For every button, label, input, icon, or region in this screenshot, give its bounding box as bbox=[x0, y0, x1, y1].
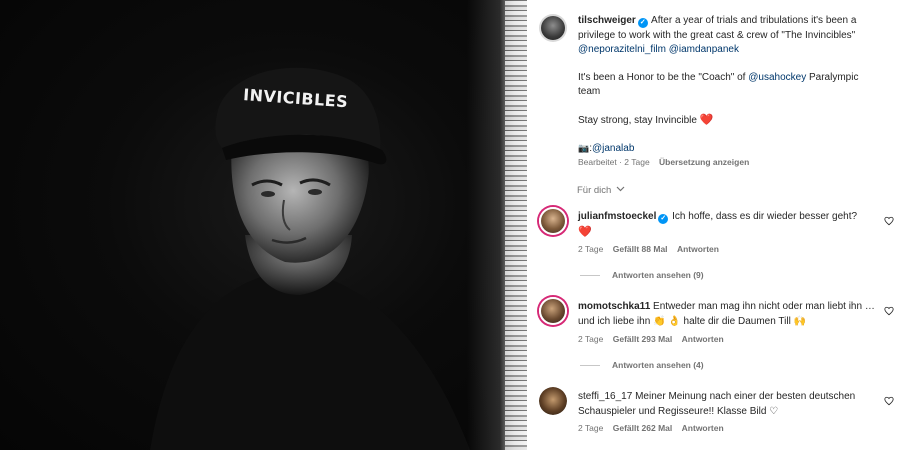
comment-meta: 2 Tage Gefällt 293 Mal Antworten bbox=[578, 334, 731, 344]
comment-body: Ich hoffe, dass es dir wieder besser geh… bbox=[672, 211, 858, 222]
avatar[interactable] bbox=[539, 387, 567, 415]
reply-button[interactable]: Antworten bbox=[682, 423, 724, 433]
comment-text: momotschka11 Entweder man mag ihn nicht … bbox=[578, 300, 883, 329]
divider-line bbox=[580, 365, 600, 367]
comment-age: 2 Tage bbox=[578, 244, 604, 254]
sort-label: Für dich bbox=[577, 185, 612, 196]
view-replies-label: Antworten ansehen (4) bbox=[612, 360, 704, 370]
edited-timestamp: Bearbeitet · 2 Tage bbox=[578, 157, 650, 167]
comment-username[interactable]: momotschka11 bbox=[578, 301, 650, 312]
mention-link[interactable]: @usahockey bbox=[748, 72, 806, 83]
view-replies-button[interactable]: Antworten ansehen (9) bbox=[580, 270, 704, 280]
comment-age: 2 Tage bbox=[578, 334, 604, 344]
author-username[interactable]: tilschweiger bbox=[578, 15, 636, 26]
portrait-illustration bbox=[150, 67, 470, 450]
view-replies-button[interactable]: Antworten ansehen (4) bbox=[580, 360, 704, 370]
comment-likes[interactable]: Gefällt 88 Mal bbox=[613, 244, 668, 254]
heart-emoji-icon: ❤️ bbox=[578, 225, 592, 238]
chevron-down-icon bbox=[616, 186, 625, 192]
avatar[interactable] bbox=[539, 207, 567, 235]
reply-button[interactable]: Antworten bbox=[677, 244, 719, 254]
heart-outline-icon[interactable] bbox=[884, 216, 894, 226]
verified-badge-icon: ✓ bbox=[658, 214, 669, 224]
mention-link[interactable]: @neporazitelni_film bbox=[578, 44, 666, 55]
view-replies-label: Antworten ansehen (9) bbox=[612, 270, 704, 280]
heart-emoji-icon: ❤️ bbox=[699, 113, 714, 126]
caption-text-part: It's been a Honor to be the "Coach" of bbox=[578, 71, 749, 83]
comment-likes[interactable]: Gefällt 293 Mal bbox=[613, 334, 673, 344]
comments-pane: tilschweiger ✓ After a year of trials and… bbox=[527, 0, 900, 450]
heart-outline-icon[interactable] bbox=[884, 396, 894, 406]
photo-edge-grain bbox=[505, 0, 527, 450]
divider-line bbox=[580, 275, 600, 277]
avatar[interactable] bbox=[539, 14, 567, 42]
post-photo: INVICIBLES bbox=[0, 0, 527, 450]
mention-link[interactable]: @janalab bbox=[592, 143, 634, 154]
mention-link[interactable]: @iamdanpanek bbox=[669, 44, 739, 55]
comment-likes[interactable]: Gefällt 262 Mal bbox=[613, 423, 673, 433]
caption-paragraph: Stay strong, stay Invincible ❤️ bbox=[578, 113, 714, 126]
comment-age: 2 Tage bbox=[578, 423, 604, 433]
translate-link[interactable]: Übersetzung anzeigen bbox=[659, 157, 749, 167]
verified-badge-icon: ✓ bbox=[637, 18, 648, 28]
photo-credit: 📷:@janalab bbox=[578, 143, 634, 154]
comment-username[interactable]: steffi_16_17 bbox=[578, 391, 632, 402]
comment-meta: 2 Tage Gefällt 262 Mal Antworten bbox=[578, 423, 731, 433]
heart-outline-icon[interactable] bbox=[884, 306, 894, 316]
caption-paragraph: It's been a Honor to be the "Coach" of @… bbox=[578, 72, 858, 98]
reply-button[interactable]: Antworten bbox=[682, 334, 724, 344]
comment-username[interactable]: julianfmstoeckel bbox=[578, 211, 656, 222]
camera-emoji-icon: 📷 bbox=[578, 143, 590, 153]
caption-text: tilschweiger ✓ After a year of trials and… bbox=[578, 14, 883, 157]
comment-text: steffi_16_17 Meiner Meinung nach einer d… bbox=[578, 390, 883, 419]
caption-text-part: Stay strong, stay Invincible bbox=[578, 114, 700, 126]
comment-meta: 2 Tage Gefällt 88 Mal Antworten bbox=[578, 244, 726, 254]
caption-meta: Bearbeitet · 2 Tage Übersetzung anzeigen bbox=[578, 157, 756, 167]
avatar[interactable] bbox=[539, 297, 567, 325]
comment-sort-selector[interactable]: Für dich bbox=[577, 185, 625, 196]
comment-text: julianfmstoeckel ✓ Ich hoffe, dass es dir… bbox=[578, 210, 883, 239]
